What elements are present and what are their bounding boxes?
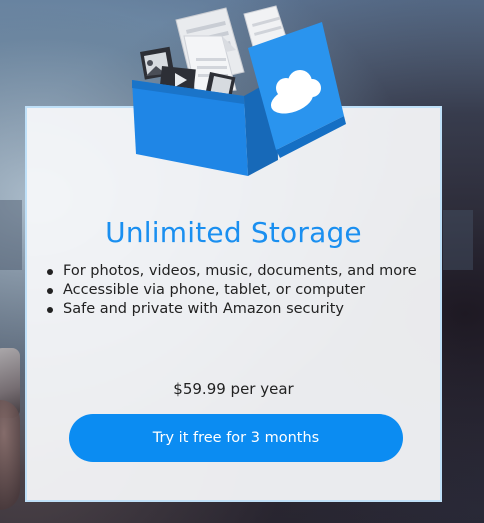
background-building <box>443 210 473 270</box>
feature-item: For photos, videos, music, documents, an… <box>45 262 417 281</box>
bullet-icon <box>47 288 53 294</box>
feature-text: For photos, videos, music, documents, an… <box>63 263 417 279</box>
feature-list: For photos, videos, music, documents, an… <box>45 262 417 319</box>
background-building <box>0 200 22 270</box>
background-hand <box>0 400 20 510</box>
bullet-icon <box>47 307 53 313</box>
price-label: $59.99 per year <box>173 380 294 398</box>
bullet-icon <box>47 269 53 275</box>
storage-box-icon <box>132 5 346 176</box>
feature-text: Safe and private with Amazon security <box>63 301 344 317</box>
feature-item: Safe and private with Amazon security <box>45 300 417 319</box>
plan-title: Unlimited Storage <box>105 216 362 249</box>
feature-item: Accessible via phone, tablet, or compute… <box>45 281 417 300</box>
feature-text: Accessible via phone, tablet, or compute… <box>63 282 366 298</box>
free-trial-button[interactable]: Try it free for 3 months <box>69 414 403 462</box>
